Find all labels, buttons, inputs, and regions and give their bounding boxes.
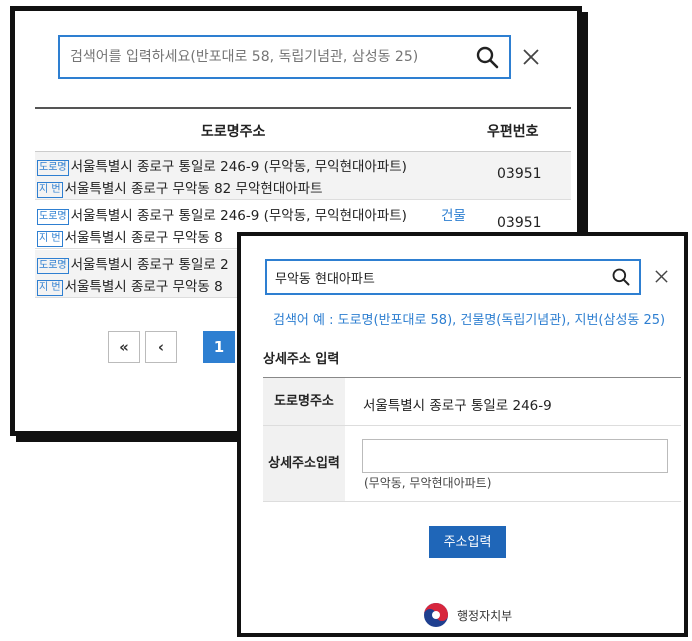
organization-name: 행정자치부	[457, 609, 513, 623]
detail-address-popup: 검색어 예 : 도로명(반포대로 58), 건물명(독립기념관), 지번(삼성동…	[237, 232, 688, 637]
road-address-label: 도로명주소	[263, 378, 345, 425]
zip-code: 03951	[497, 215, 542, 231]
lot-tag: 지 번	[37, 231, 63, 247]
page-first-button[interactable]: «	[108, 331, 140, 363]
search-input[interactable]	[275, 261, 595, 293]
road-tag: 도로명	[37, 160, 69, 176]
lot-tag: 지 번	[37, 280, 63, 296]
lot-tag: 지 번	[37, 182, 63, 198]
road-address-value: 서울특별시 종로구 통일로 246-9	[363, 398, 552, 414]
road-address[interactable]: 서울특별시 종로구 통일로 246-9 (무악동, 무익현대아파트)	[71, 208, 407, 224]
section-title: 상세주소 입력	[263, 352, 340, 367]
table-bottom-rule	[263, 501, 681, 502]
header-zip: 우편번호	[487, 124, 539, 140]
result-row[interactable]: 도로명 서울특별시 종로구 통일로 246-9 (무악동, 무익현대아파트) 지 …	[35, 152, 571, 200]
detail-address-input[interactable]	[362, 439, 668, 473]
road-address[interactable]: 서울특별시 종로구 통일로 2	[71, 257, 229, 273]
lot-address[interactable]: 서울특별시 종로구 무악동 8	[65, 279, 223, 295]
page-1-button[interactable]: 1	[203, 331, 235, 363]
header-address: 도로명주소	[201, 124, 266, 140]
search-input[interactable]	[70, 37, 450, 77]
close-icon[interactable]	[654, 269, 669, 284]
search-example: 검색어 예 : 도로명(반포대로 58), 건물명(독립기념관), 지번(삼성동…	[273, 313, 666, 328]
close-icon[interactable]	[521, 47, 541, 67]
table-top-rule	[35, 107, 571, 109]
reference-address: (무악동, 무악현대아파트)	[364, 476, 492, 490]
lot-address[interactable]: 서울특별시 종로구 무악동 8	[65, 230, 223, 246]
submit-address-button[interactable]: 주소입력	[429, 526, 506, 558]
taegeuk-logo-icon	[424, 603, 448, 627]
road-address[interactable]: 서울특별시 종로구 통일로 246-9 (무악동, 무익현대아파트)	[71, 159, 407, 175]
search-box	[265, 259, 641, 295]
search-box	[58, 35, 511, 79]
road-tag: 도로명	[37, 209, 69, 225]
building-link[interactable]: 건물	[441, 204, 466, 224]
lot-address[interactable]: 서울특별시 종로구 무악동 82 무악현대아파트	[65, 181, 323, 197]
detail-address-label: 상세주소입력	[263, 426, 345, 501]
search-icon[interactable]	[611, 267, 631, 287]
page-prev-button[interactable]: ‹	[145, 331, 177, 363]
zip-code: 03951	[497, 166, 542, 182]
search-icon[interactable]	[475, 45, 499, 69]
road-tag: 도로명	[37, 258, 69, 274]
